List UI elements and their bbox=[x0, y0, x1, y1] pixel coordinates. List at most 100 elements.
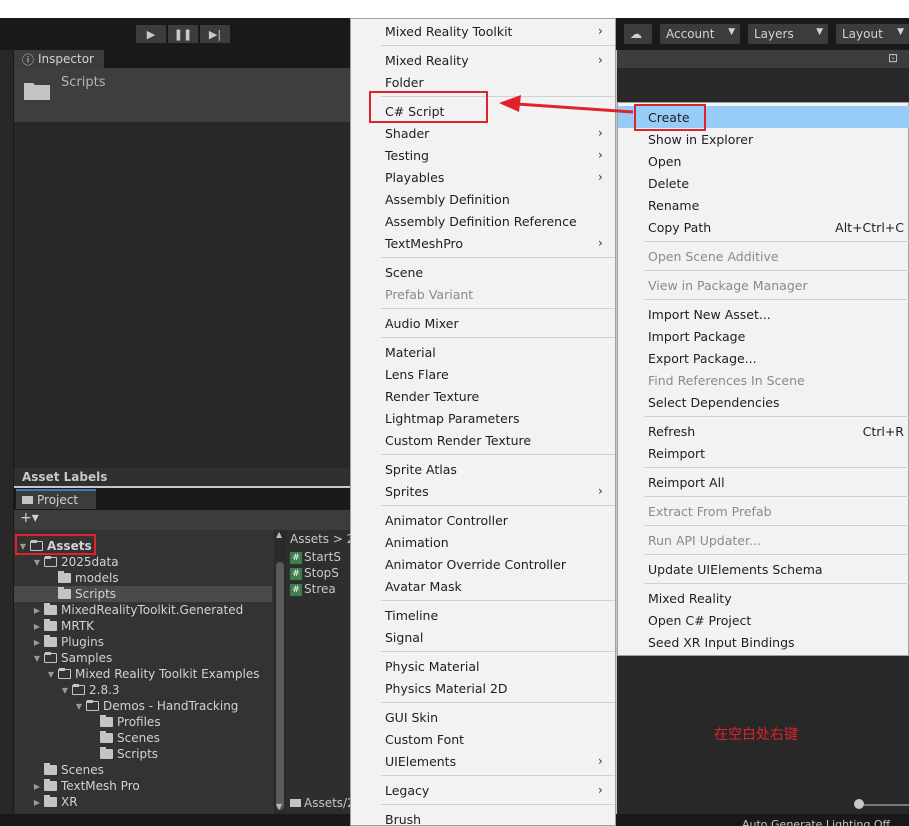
create-menu-item[interactable]: Animator Controller bbox=[385, 509, 508, 531]
create-menu-item[interactable]: TextMeshPro bbox=[385, 232, 463, 254]
create-menu-item[interactable]: Playables bbox=[385, 166, 444, 188]
tree-item[interactable]: ▶ TextMesh Pro bbox=[14, 778, 272, 794]
context-menu-item[interactable]: Run API Updater... bbox=[648, 529, 761, 551]
tree-scrollbar[interactable]: ▲ ▼ bbox=[274, 530, 286, 814]
expand-right-icon[interactable]: ▶ bbox=[32, 606, 42, 615]
create-menu-item[interactable]: Sprites bbox=[385, 480, 429, 502]
context-menu-item[interactable]: Import Package bbox=[648, 325, 745, 347]
context-menu-item[interactable]: Copy Path bbox=[648, 216, 711, 238]
scroll-up-icon[interactable]: ▲ bbox=[276, 530, 282, 539]
context-menu-item[interactable]: Reimport bbox=[648, 442, 705, 464]
context-menu-item[interactable]: Update UIElements Schema bbox=[648, 558, 823, 580]
create-menu-item[interactable]: Custom Font bbox=[385, 728, 464, 750]
expand-down-icon[interactable]: ▼ bbox=[32, 558, 42, 567]
tree-item[interactable]: ▼ Samples bbox=[14, 650, 272, 666]
create-menu-item[interactable]: Scene bbox=[385, 261, 423, 283]
file-item[interactable]: # StartS bbox=[290, 550, 341, 564]
create-menu-item[interactable]: Animation bbox=[385, 531, 449, 553]
tree-item[interactable]: Scenes bbox=[14, 730, 272, 746]
tree-item[interactable]: Scenes bbox=[14, 762, 272, 778]
context-menu-item[interactable]: Find References In Scene bbox=[648, 369, 805, 391]
create-menu-item[interactable]: Legacy bbox=[385, 779, 429, 801]
expand-right-icon[interactable]: ▶ bbox=[32, 798, 42, 807]
create-menu-item[interactable]: GUI Skin bbox=[385, 706, 438, 728]
create-menu-item[interactable]: Folder bbox=[385, 71, 424, 93]
tab-project[interactable]: Project bbox=[16, 489, 96, 509]
tree-item[interactable]: ▼ 2.8.3 bbox=[14, 682, 272, 698]
create-menu-item[interactable]: Custom Render Texture bbox=[385, 429, 531, 451]
context-menu-item[interactable]: Seed XR Input Bindings bbox=[648, 631, 795, 653]
tree-item[interactable]: ▶ Plugins bbox=[14, 634, 272, 650]
zoom-slider-handle[interactable] bbox=[854, 799, 864, 809]
expand-down-icon[interactable]: ▼ bbox=[60, 686, 70, 695]
context-menu-item[interactable]: Open C# Project bbox=[648, 609, 751, 631]
context-menu-item[interactable]: Mixed Reality bbox=[648, 587, 732, 609]
create-menu-item[interactable]: Assembly Definition Reference bbox=[385, 210, 577, 232]
context-menu-item[interactable]: Show in Explorer bbox=[648, 128, 753, 150]
tab-inspector[interactable]: ⓘ Inspector bbox=[14, 50, 104, 68]
tree-item[interactable]: Profiles bbox=[14, 714, 272, 730]
expand-right-icon[interactable]: ▶ bbox=[32, 638, 42, 647]
context-menu-item[interactable]: Import New Asset... bbox=[648, 303, 771, 325]
create-menu-item[interactable]: Timeline bbox=[385, 604, 438, 626]
context-menu-item[interactable]: Reimport All bbox=[648, 471, 725, 493]
breadcrumb[interactable]: Assets > 2 bbox=[290, 532, 350, 546]
tree-item[interactable]: ▼ Demos - HandTracking bbox=[14, 698, 272, 714]
tree-item[interactable]: ▶ XR bbox=[14, 794, 272, 810]
tree-item[interactable]: ▼ 2025data bbox=[14, 554, 272, 570]
scroll-down-icon[interactable]: ▼ bbox=[276, 802, 282, 811]
create-menu-item[interactable]: Prefab Variant bbox=[385, 283, 473, 305]
create-menu-item[interactable]: Render Texture bbox=[385, 385, 479, 407]
layers-dropdown[interactable]: Layers ▼ bbox=[748, 24, 828, 44]
tree-item[interactable]: ▶ MRTK bbox=[14, 618, 272, 634]
file-item[interactable]: # Strea bbox=[290, 582, 336, 596]
layout-dropdown[interactable]: Layout ▼ bbox=[836, 24, 909, 44]
context-menu-item[interactable]: Refresh bbox=[648, 420, 695, 442]
create-menu-item[interactable]: Sprite Atlas bbox=[385, 458, 457, 480]
asset-labels-header[interactable]: Asset Labels bbox=[14, 468, 350, 486]
create-menu-item[interactable]: Signal bbox=[385, 626, 423, 648]
zoom-slider-track[interactable] bbox=[858, 804, 909, 806]
tree-item[interactable]: Scripts bbox=[14, 586, 272, 602]
create-menu-item[interactable]: Mixed Reality Toolkit bbox=[385, 20, 512, 42]
account-dropdown[interactable]: Account ▼ bbox=[660, 24, 740, 44]
create-menu-item[interactable]: Audio Mixer bbox=[385, 312, 459, 334]
expand-down-icon[interactable]: ▼ bbox=[46, 670, 56, 679]
expand-down-icon[interactable]: ▼ bbox=[32, 654, 42, 663]
file-item[interactable]: # StopS bbox=[290, 566, 339, 580]
expand-right-icon[interactable]: ▶ bbox=[32, 622, 42, 631]
context-menu-item[interactable]: Extract From Prefab bbox=[648, 500, 772, 522]
create-menu-item[interactable]: Assembly Definition bbox=[385, 188, 510, 210]
tree-item[interactable]: ▶ MixedRealityToolkit.Generated bbox=[14, 602, 272, 618]
expand-down-icon[interactable]: ▼ bbox=[74, 702, 84, 711]
tree-item[interactable]: Scripts bbox=[14, 746, 272, 762]
context-menu-item[interactable]: Rename bbox=[648, 194, 699, 216]
create-menu-item[interactable]: Animator Override Controller bbox=[385, 553, 566, 575]
context-menu-item[interactable]: Select Dependencies bbox=[648, 391, 780, 413]
expand-right-icon[interactable]: ▶ bbox=[32, 782, 42, 791]
context-menu-item[interactable]: Open Scene Additive bbox=[648, 245, 779, 267]
context-menu-item[interactable]: Open bbox=[648, 150, 681, 172]
context-menu-item[interactable]: View in Package Manager bbox=[648, 274, 808, 296]
cloud-button[interactable]: ☁ bbox=[624, 24, 652, 44]
step-button[interactable]: ▶| bbox=[200, 25, 230, 43]
create-menu-item[interactable]: Physic Material bbox=[385, 655, 479, 677]
create-menu-item[interactable]: Shader bbox=[385, 122, 429, 144]
tree-item[interactable]: ▼ Mixed Reality Toolkit Examples bbox=[14, 666, 272, 682]
context-menu-item[interactable]: Export Package... bbox=[648, 347, 757, 369]
create-menu-item[interactable]: Material bbox=[385, 341, 436, 363]
create-add-button[interactable]: +▾ bbox=[14, 510, 350, 530]
create-menu-item[interactable]: Mixed Reality bbox=[385, 49, 469, 71]
create-menu-item[interactable]: Brush bbox=[385, 808, 421, 826]
create-menu-item[interactable]: Physics Material 2D bbox=[385, 677, 508, 699]
lock-icon[interactable]: ⊡ bbox=[888, 51, 898, 65]
create-menu-item[interactable]: Lens Flare bbox=[385, 363, 449, 385]
play-button[interactable]: ▶ bbox=[136, 25, 166, 43]
create-menu-item[interactable]: UIElements bbox=[385, 750, 456, 772]
create-menu-item[interactable]: Avatar Mask bbox=[385, 575, 462, 597]
scrollbar-thumb[interactable] bbox=[276, 562, 284, 810]
create-menu-item[interactable]: Testing bbox=[385, 144, 429, 166]
context-menu-item[interactable]: Delete bbox=[648, 172, 689, 194]
tree-item[interactable]: models bbox=[14, 570, 272, 586]
pause-button[interactable]: ❚❚ bbox=[168, 25, 198, 43]
